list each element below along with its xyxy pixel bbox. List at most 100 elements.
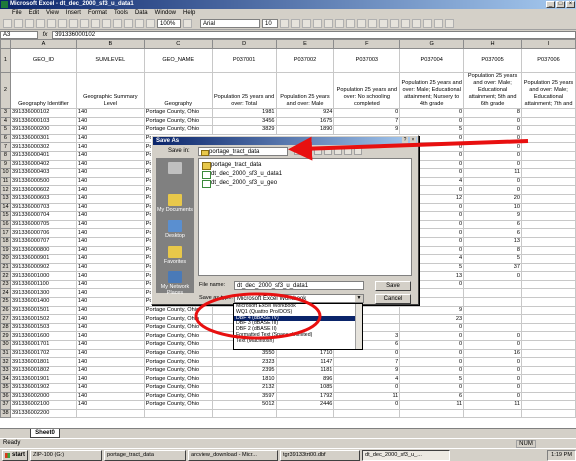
table-cell[interactable]: 3829: [211, 125, 277, 135]
table-cell[interactable]: 0: [399, 322, 465, 333]
table-cell[interactable]: 0: [463, 116, 523, 127]
table-cell[interactable]: Population 25 years and over: Male; Educ…: [399, 72, 465, 109]
file-item-folder[interactable]: portage_tract_data: [201, 161, 261, 170]
table-cell[interactable]: 0: [333, 383, 401, 393]
history-place[interactable]: [156, 162, 194, 175]
table-cell[interactable]: 4: [333, 374, 401, 384]
decrease-decimal-icon[interactable]: [401, 19, 410, 28]
table-cell[interactable]: [521, 357, 576, 367]
table-cell[interactable]: 391336000403: [9, 168, 77, 178]
row-header[interactable]: 35: [0, 383, 11, 393]
place-desktop[interactable]: Desktop: [156, 220, 194, 239]
table-cell[interactable]: 924: [275, 108, 335, 118]
table-cell[interactable]: 0: [463, 383, 523, 393]
table-cell[interactable]: [521, 142, 576, 152]
table-cell[interactable]: [275, 408, 335, 419]
align-center-icon[interactable]: [324, 19, 333, 28]
row-header[interactable]: 33: [0, 365, 11, 376]
table-cell[interactable]: 1792: [275, 391, 335, 402]
row-header[interactable]: 34: [0, 374, 11, 384]
table-cell[interactable]: P037002: [275, 48, 335, 73]
table-cell[interactable]: Geographic Summary Level: [75, 72, 145, 109]
table-cell[interactable]: 2395: [211, 365, 277, 376]
table-cell[interactable]: 8: [463, 245, 523, 256]
redo-icon[interactable]: [113, 19, 122, 28]
table-cell[interactable]: [521, 408, 576, 419]
table-cell[interactable]: [463, 305, 523, 316]
table-cell[interactable]: 0: [463, 357, 523, 367]
back-icon[interactable]: [294, 147, 302, 155]
table-cell[interactable]: 7: [333, 116, 401, 127]
table-cell[interactable]: 1710: [275, 348, 335, 359]
delete-icon[interactable]: [324, 147, 332, 155]
table-cell[interactable]: 6: [399, 391, 465, 402]
table-cell[interactable]: Portage County, Ohio: [143, 314, 213, 324]
bold-icon[interactable]: [280, 19, 289, 28]
table-cell[interactable]: 391336000707: [9, 236, 77, 247]
table-cell[interactable]: Portage County, Ohio: [143, 331, 213, 342]
borders-icon[interactable]: [423, 19, 432, 28]
table-cell[interactable]: 0: [399, 108, 465, 118]
table-cell[interactable]: 9: [333, 125, 401, 135]
row-header[interactable]: 28: [0, 322, 11, 333]
table-cell[interactable]: [521, 279, 576, 290]
row-header[interactable]: 19: [0, 245, 11, 256]
table-cell[interactable]: 5012: [211, 400, 277, 410]
table-cell[interactable]: P037003: [333, 48, 401, 73]
table-cell[interactable]: 391336000902: [9, 262, 77, 273]
table-cell[interactable]: [333, 408, 401, 419]
table-cell[interactable]: [521, 374, 576, 384]
row-header[interactable]: 31: [0, 348, 11, 359]
table-cell[interactable]: 140: [75, 211, 145, 221]
font-select[interactable]: Arial: [200, 19, 260, 28]
table-cell[interactable]: 391336000103: [9, 116, 77, 127]
column-header[interactable]: I: [521, 39, 576, 49]
underline-icon[interactable]: [302, 19, 311, 28]
table-cell[interactable]: 140: [75, 219, 145, 230]
table-cell[interactable]: 140: [75, 271, 145, 281]
table-cell[interactable]: [521, 176, 576, 187]
open-icon[interactable]: [14, 19, 23, 28]
table-cell[interactable]: [521, 150, 576, 161]
table-cell[interactable]: P037005: [463, 48, 523, 73]
table-cell[interactable]: 140: [75, 314, 145, 324]
search-web-icon[interactable]: [314, 147, 322, 155]
table-cell[interactable]: 5: [399, 125, 465, 135]
new-icon[interactable]: [3, 19, 12, 28]
row-header[interactable]: 38: [0, 408, 11, 419]
place-network[interactable]: My Network Places: [156, 271, 194, 296]
table-cell[interactable]: [521, 297, 576, 307]
row-header[interactable]: 11: [0, 176, 11, 187]
table-cell[interactable]: [521, 348, 576, 359]
table-cell[interactable]: Portage County, Ohio: [143, 108, 213, 118]
table-cell[interactable]: 0: [463, 133, 523, 144]
copy-icon[interactable]: [80, 19, 89, 28]
table-cell[interactable]: 9: [463, 211, 523, 221]
table-cell[interactable]: [521, 322, 576, 333]
row-header[interactable]: 5: [0, 125, 11, 135]
percent-icon[interactable]: [368, 19, 377, 28]
table-cell[interactable]: [463, 279, 523, 290]
table-cell[interactable]: 0: [333, 348, 401, 359]
table-cell[interactable]: 0: [399, 348, 465, 359]
table-cell[interactable]: 3550: [211, 348, 277, 359]
table-cell[interactable]: 23: [399, 314, 465, 324]
table-cell[interactable]: 140: [75, 202, 145, 213]
sheet-tab[interactable]: Sheet0: [30, 429, 60, 438]
table-cell[interactable]: 20: [463, 193, 523, 204]
undo-icon[interactable]: [102, 19, 111, 28]
table-cell[interactable]: 1981: [211, 108, 277, 118]
table-cell[interactable]: 391336000800: [9, 245, 77, 256]
table-cell[interactable]: 0: [463, 142, 523, 152]
table-cell[interactable]: [521, 159, 576, 170]
table-cell[interactable]: 1147: [275, 357, 335, 367]
row-header[interactable]: 25: [0, 297, 11, 307]
table-cell[interactable]: [521, 211, 576, 221]
font-size-select[interactable]: 10: [262, 19, 278, 28]
help-icon[interactable]: [183, 19, 192, 28]
menu-view[interactable]: View: [46, 9, 59, 18]
row-header[interactable]: 17: [0, 228, 11, 238]
row-header[interactable]: 13: [0, 193, 11, 204]
save-icon[interactable]: [25, 19, 34, 28]
table-cell[interactable]: [521, 365, 576, 376]
